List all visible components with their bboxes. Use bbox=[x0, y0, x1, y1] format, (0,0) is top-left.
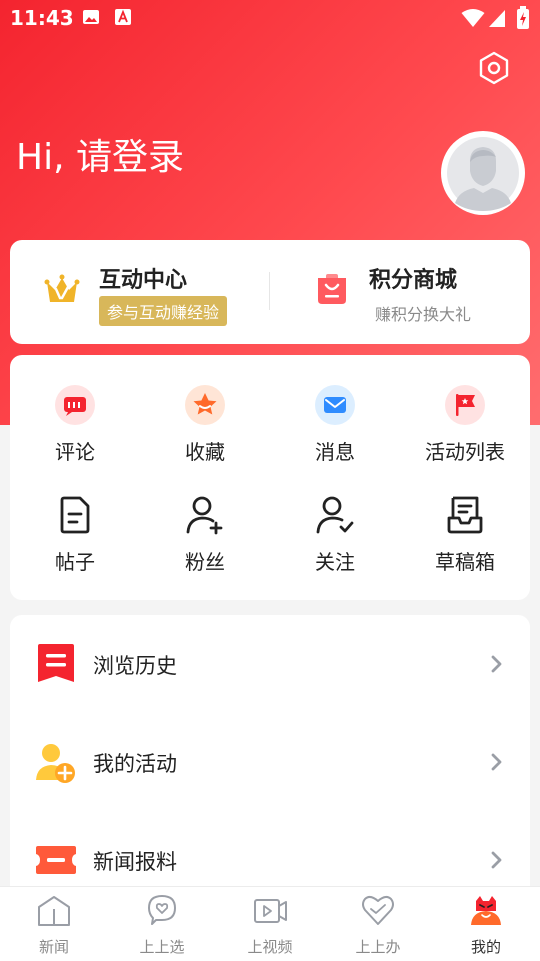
tab-news[interactable]: 新闻 bbox=[0, 893, 108, 957]
tab-label: 上上办 bbox=[355, 938, 401, 956]
tab-services[interactable]: 上上办 bbox=[324, 893, 432, 957]
grid-item-comments[interactable]: 评论 bbox=[10, 385, 140, 465]
login-greeting[interactable]: Hi, 请登录 bbox=[16, 128, 184, 180]
document-icon bbox=[60, 496, 90, 534]
list-item-browse-history[interactable]: 浏览历史 bbox=[10, 634, 530, 694]
grid-item-fans[interactable]: 粉丝 bbox=[140, 495, 270, 575]
grid-item-label: 草稿箱 bbox=[435, 550, 495, 574]
comment-icon bbox=[55, 385, 95, 425]
grid-item-favorites[interactable]: 收藏 bbox=[140, 385, 270, 465]
user-check-icon bbox=[316, 496, 354, 534]
heart-icon bbox=[362, 895, 394, 925]
grid-item-label: 评论 bbox=[55, 440, 95, 464]
settings-icon[interactable] bbox=[476, 50, 512, 86]
mail-icon bbox=[315, 385, 355, 425]
grid-item-activity-list[interactable]: 活动列表 bbox=[400, 385, 530, 465]
grid-item-label: 粉丝 bbox=[185, 550, 225, 574]
font-notification-icon bbox=[115, 9, 131, 25]
status-time: 11:43 bbox=[10, 6, 74, 30]
bottom-tab-bar: 新闻 上上选 上视频 上上办 我的 bbox=[0, 886, 540, 961]
profile-mascot-icon bbox=[471, 896, 501, 925]
battery-icon bbox=[517, 6, 529, 29]
list-item-label: 浏览历史 bbox=[93, 654, 177, 678]
tab-video[interactable]: 上视频 bbox=[216, 893, 324, 957]
list-item-my-activities[interactable]: 我的活动 bbox=[10, 732, 530, 792]
inbox-icon bbox=[447, 496, 483, 534]
chevron-right-icon bbox=[491, 851, 502, 869]
flag-icon bbox=[445, 385, 485, 425]
add-user-icon bbox=[186, 496, 223, 535]
video-icon bbox=[254, 899, 287, 923]
grid-item-posts[interactable]: 帖子 bbox=[10, 495, 140, 575]
chat-heart-icon bbox=[148, 895, 176, 925]
signal-icon bbox=[489, 10, 505, 27]
points-mall-title: 积分商城 bbox=[369, 268, 458, 293]
news-home-icon bbox=[38, 896, 70, 926]
points-mall-subtitle: 赚积分换大礼 bbox=[375, 305, 472, 324]
tab-label: 上上选 bbox=[139, 938, 185, 956]
list-item-news-tipoff[interactable]: 新闻报料 bbox=[10, 830, 530, 890]
crown-icon bbox=[44, 274, 80, 302]
chevron-right-icon bbox=[491, 655, 502, 673]
grid-item-messages[interactable]: 消息 bbox=[270, 385, 400, 465]
grid-item-label: 帖子 bbox=[55, 550, 95, 574]
chevron-right-icon bbox=[491, 753, 502, 771]
user-add-activity-icon bbox=[36, 744, 75, 783]
tab-label: 新闻 bbox=[38, 938, 69, 956]
default-avatar-icon bbox=[447, 137, 519, 211]
card-divider bbox=[269, 272, 270, 310]
tab-me[interactable]: 我的 bbox=[432, 893, 540, 957]
list-item-label: 我的活动 bbox=[93, 752, 177, 776]
list-item-label: 新闻报料 bbox=[93, 850, 177, 874]
history-bookmark-icon bbox=[38, 644, 74, 682]
grid-item-label: 收藏 bbox=[185, 440, 225, 464]
tab-shangshangxuan[interactable]: 上上选 bbox=[108, 893, 216, 957]
grid-item-drafts[interactable]: 草稿箱 bbox=[400, 495, 530, 575]
status-bar: 11:43 bbox=[0, 0, 540, 36]
interaction-center-title: 互动中心 bbox=[99, 268, 188, 293]
interaction-center-badge: 参与互动赚经验 bbox=[99, 296, 228, 326]
avatar[interactable] bbox=[441, 131, 525, 215]
grid-item-label: 关注 bbox=[315, 550, 355, 574]
star-icon bbox=[185, 385, 225, 425]
tab-label: 我的 bbox=[470, 938, 501, 956]
ticket-icon bbox=[36, 846, 76, 874]
shopping-bag-icon bbox=[318, 274, 346, 304]
grid-item-label: 活动列表 bbox=[425, 440, 505, 464]
tab-label: 上视频 bbox=[247, 938, 293, 956]
grid-item-following[interactable]: 关注 bbox=[270, 495, 400, 575]
grid-item-label: 消息 bbox=[315, 440, 355, 464]
gallery-notification-icon bbox=[83, 10, 99, 24]
wifi-icon bbox=[461, 9, 485, 27]
